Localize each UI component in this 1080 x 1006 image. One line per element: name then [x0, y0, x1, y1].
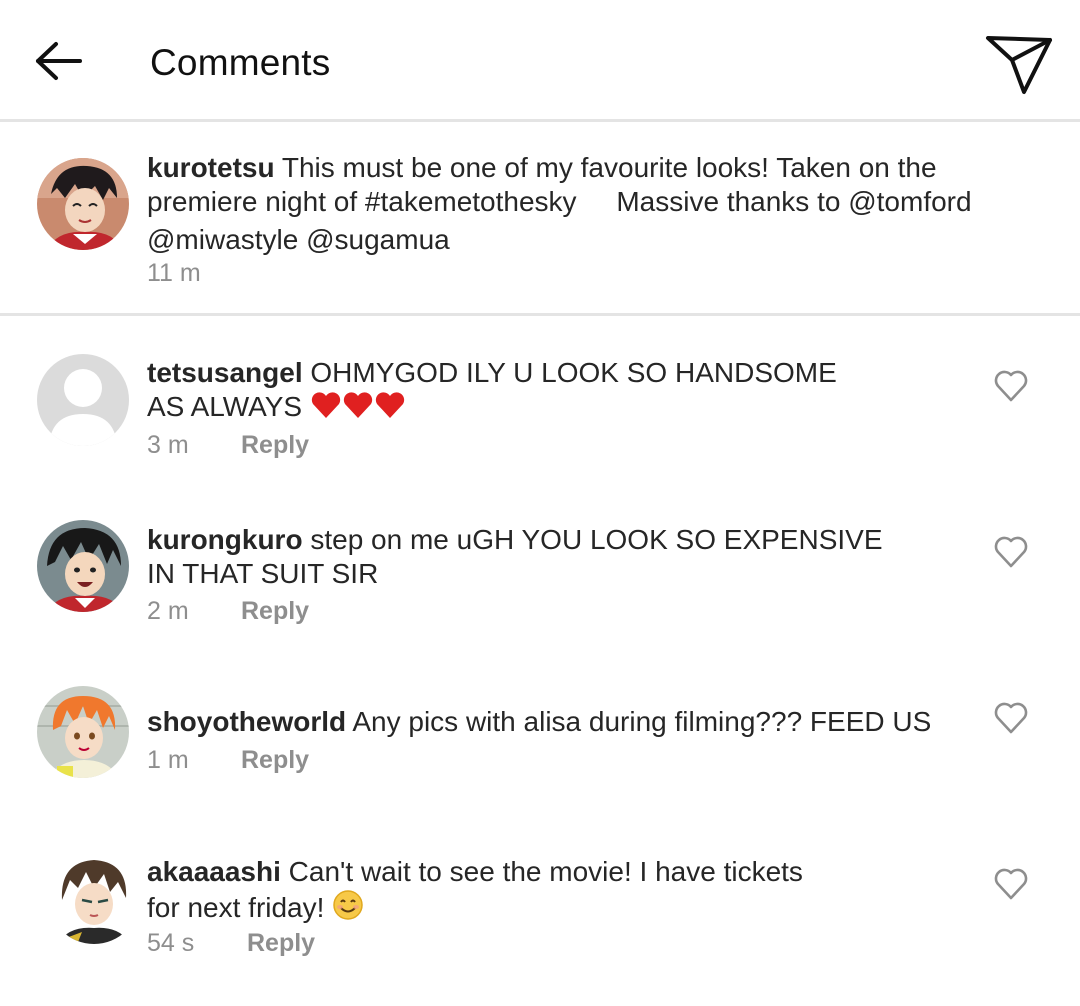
- comment-meta: 54 s Reply: [147, 928, 315, 958]
- heart-outline-icon: [994, 868, 1028, 900]
- comment-body-line1: OHMYGOD ILY U LOOK SO HANDSOME: [310, 357, 837, 388]
- comment-text: tetsusangel OHMYGOD ILY U LOOK SO HANDSO…: [147, 356, 867, 428]
- comment-body-line2: IN THAT SUIT SIR: [147, 558, 379, 589]
- reply-button[interactable]: Reply: [247, 928, 315, 958]
- comment-timestamp: 1 m: [147, 746, 189, 774]
- avatar-akaaaashi[interactable]: [48, 852, 140, 944]
- back-button[interactable]: [30, 36, 86, 86]
- comment-meta: 3 m Reply: [147, 430, 309, 460]
- comment-username[interactable]: shoyotheworld: [147, 706, 346, 737]
- comment-username[interactable]: akaaaashi: [147, 856, 281, 887]
- caption-username[interactable]: kurotetsu: [147, 152, 275, 183]
- comment-body-line1: Any pics with alisa during filming??? FE…: [352, 706, 932, 737]
- arrow-left-icon: [36, 42, 82, 80]
- caption-meta: 11 m: [147, 258, 201, 288]
- caption-text-line3: @miwastyle @sugamua: [147, 224, 450, 255]
- reply-button[interactable]: Reply: [241, 745, 309, 775]
- crescent-moon-emoji: [577, 185, 609, 223]
- smiling-face-emoji: [332, 889, 364, 929]
- comment-body-line1: step on me uGH YOU LOOK SO EXPENSIVE: [310, 524, 883, 555]
- comment-text: kurongkuro step on me uGH YOU LOOK SO EX…: [147, 523, 907, 591]
- caption-text: kurotetsu This must be one of my favouri…: [147, 151, 1047, 257]
- caption-text-line1: This must be one of my favourite looks! …: [281, 152, 937, 183]
- like-button[interactable]: [993, 866, 1029, 902]
- comment-username[interactable]: tetsusangel: [147, 357, 303, 388]
- comment-timestamp: 54 s: [147, 929, 195, 957]
- comment-meta: 2 m Reply: [147, 596, 309, 626]
- comment-timestamp: 3 m: [147, 431, 189, 459]
- comment-username[interactable]: kurongkuro: [147, 524, 303, 555]
- avatar-kurongkuro[interactable]: [37, 520, 129, 612]
- caption-text-line2: premiere night of #takemetothesky: [147, 186, 577, 217]
- avatar-default[interactable]: [37, 354, 129, 446]
- comment-text: akaaaashi Can't wait to see the movie! I…: [147, 855, 867, 929]
- paper-plane-icon: [986, 36, 1052, 94]
- reply-button[interactable]: Reply: [241, 430, 309, 460]
- share-button[interactable]: [980, 30, 1056, 98]
- page-title: Comments: [150, 42, 331, 83]
- like-button[interactable]: [993, 534, 1029, 570]
- post-caption: kurotetsu This must be one of my favouri…: [0, 122, 1080, 316]
- comment-body-line1: Can't wait to see the movie! I have tick…: [288, 856, 803, 887]
- heart-outline-icon: [994, 702, 1028, 734]
- avatar-kurotetsu[interactable]: [37, 158, 129, 250]
- comment-meta: 1 m Reply: [147, 745, 309, 775]
- reply-button[interactable]: Reply: [241, 596, 309, 626]
- like-button[interactable]: [993, 700, 1029, 736]
- heart-outline-icon: [994, 370, 1028, 402]
- heart-outline-icon: [994, 536, 1028, 568]
- comment-body-line2: AS ALWAYS: [147, 391, 303, 422]
- like-button[interactable]: [993, 368, 1029, 404]
- caption-text-line2b: Massive thanks to @tomford: [616, 186, 972, 217]
- red-heart-emoji: [310, 390, 410, 428]
- header-bar: Comments: [0, 0, 1080, 122]
- comment-text: shoyotheworld Any pics with alisa during…: [147, 705, 967, 739]
- comment-body-line2: for next friday!: [147, 892, 325, 923]
- avatar-shoyotheworld[interactable]: [37, 686, 129, 778]
- caption-timestamp: 11 m: [147, 259, 201, 287]
- comment-timestamp: 2 m: [147, 597, 189, 625]
